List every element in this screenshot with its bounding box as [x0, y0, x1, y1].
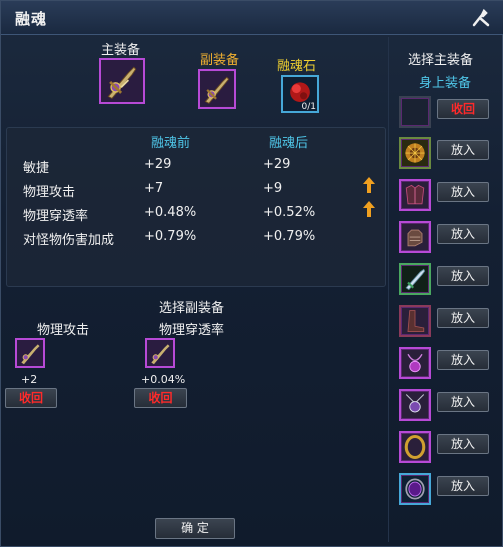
equip-slot[interactable] — [399, 263, 431, 295]
chest-armor-icon — [405, 184, 425, 205]
sub-item-attr: 物理攻击 — [37, 323, 90, 338]
gloves-icon — [407, 229, 423, 247]
equip-slot[interactable] — [399, 305, 431, 337]
equip-slot[interactable] — [399, 179, 431, 211]
put-in-button[interactable]: 放入 — [437, 308, 489, 328]
sword-icon — [147, 340, 173, 366]
sub-item-attr: 物理穿透率 — [159, 323, 225, 338]
equip-slot[interactable] — [399, 431, 431, 463]
stat-after: +0.52% — [263, 205, 316, 220]
stat-before: +0.48% — [144, 205, 197, 220]
arrow-up-icon — [363, 177, 375, 193]
stone-count: 0/1 — [301, 102, 316, 112]
window-title: 融魂 — [15, 10, 48, 28]
main-equip-slot[interactable] — [99, 58, 145, 104]
select-main-title: 选择主装备 — [408, 53, 474, 68]
equip-slot[interactable] — [399, 221, 431, 253]
close-icon — [472, 8, 490, 27]
boots-icon — [407, 310, 425, 332]
sword-icon — [200, 71, 234, 107]
stat-name: 对怪物伤害加成 — [23, 233, 115, 248]
sub-select-title: 选择副装备 — [159, 301, 225, 316]
stat-name: 敏捷 — [23, 161, 50, 176]
stat-name: 物理穿透率 — [23, 209, 89, 224]
arrow-up-icon — [363, 201, 375, 217]
ring-icon — [404, 434, 426, 460]
amulet-icon — [405, 143, 425, 163]
main-select-slot[interactable] — [399, 96, 431, 128]
close-button[interactable] — [470, 7, 492, 29]
equipped-subtitle: 身上装备 — [419, 76, 472, 91]
recall-button[interactable]: 收回 — [5, 388, 57, 408]
title-bar: 融魂 — [1, 1, 503, 35]
main-equip-label: 主装备 — [101, 43, 141, 58]
fusion-stone-label: 融魂石 — [277, 59, 317, 74]
recall-button[interactable]: 收回 — [437, 99, 489, 119]
put-in-button[interactable]: 放入 — [437, 266, 489, 286]
sub-item-slot[interactable] — [145, 338, 175, 368]
gem-ring-icon — [405, 478, 425, 500]
sub-equip-label: 副装备 — [200, 53, 240, 68]
sub-item-slot[interactable] — [15, 338, 45, 368]
equip-slot[interactable] — [399, 389, 431, 421]
stat-before: +7 — [144, 181, 164, 196]
stat-name: 物理攻击 — [23, 185, 76, 200]
sword-icon — [17, 340, 43, 366]
put-in-button[interactable]: 放入 — [437, 350, 489, 370]
equip-slot[interactable] — [399, 137, 431, 169]
panel-divider — [388, 37, 389, 542]
necklace-icon — [407, 353, 423, 373]
sub-item-value: +2 — [21, 373, 38, 386]
stat-before: +29 — [144, 157, 172, 172]
recall-button[interactable]: 收回 — [134, 388, 187, 408]
after-header: 融魂后 — [269, 136, 309, 151]
stat-after: +0.79% — [263, 229, 316, 244]
equip-slot[interactable] — [399, 347, 431, 379]
pendant-icon — [405, 394, 425, 413]
sword-icon — [101, 60, 143, 102]
before-header: 融魂前 — [151, 136, 191, 151]
sub-equip-slot[interactable] — [198, 69, 236, 109]
put-in-button[interactable]: 放入 — [437, 224, 489, 244]
sword-icon — [405, 268, 426, 291]
stat-after: +9 — [263, 181, 283, 196]
put-in-button[interactable]: 放入 — [437, 434, 489, 454]
sub-item-value: +0.04% — [141, 373, 186, 386]
put-in-button[interactable]: 放入 — [437, 392, 489, 412]
fusion-stone-slot[interactable]: 0/1 — [281, 75, 319, 113]
stat-before: +0.79% — [144, 229, 197, 244]
confirm-button[interactable]: 确 定 — [155, 518, 235, 539]
fusion-window: 融魂 主装备 副装备 融魂石 0/1 融魂前 融魂后 敏捷 +29 +29 物理… — [0, 0, 503, 547]
equip-slot[interactable] — [399, 473, 431, 505]
stat-after: +29 — [263, 157, 291, 172]
put-in-button[interactable]: 放入 — [437, 476, 489, 496]
put-in-button[interactable]: 放入 — [437, 140, 489, 160]
put-in-button[interactable]: 放入 — [437, 182, 489, 202]
